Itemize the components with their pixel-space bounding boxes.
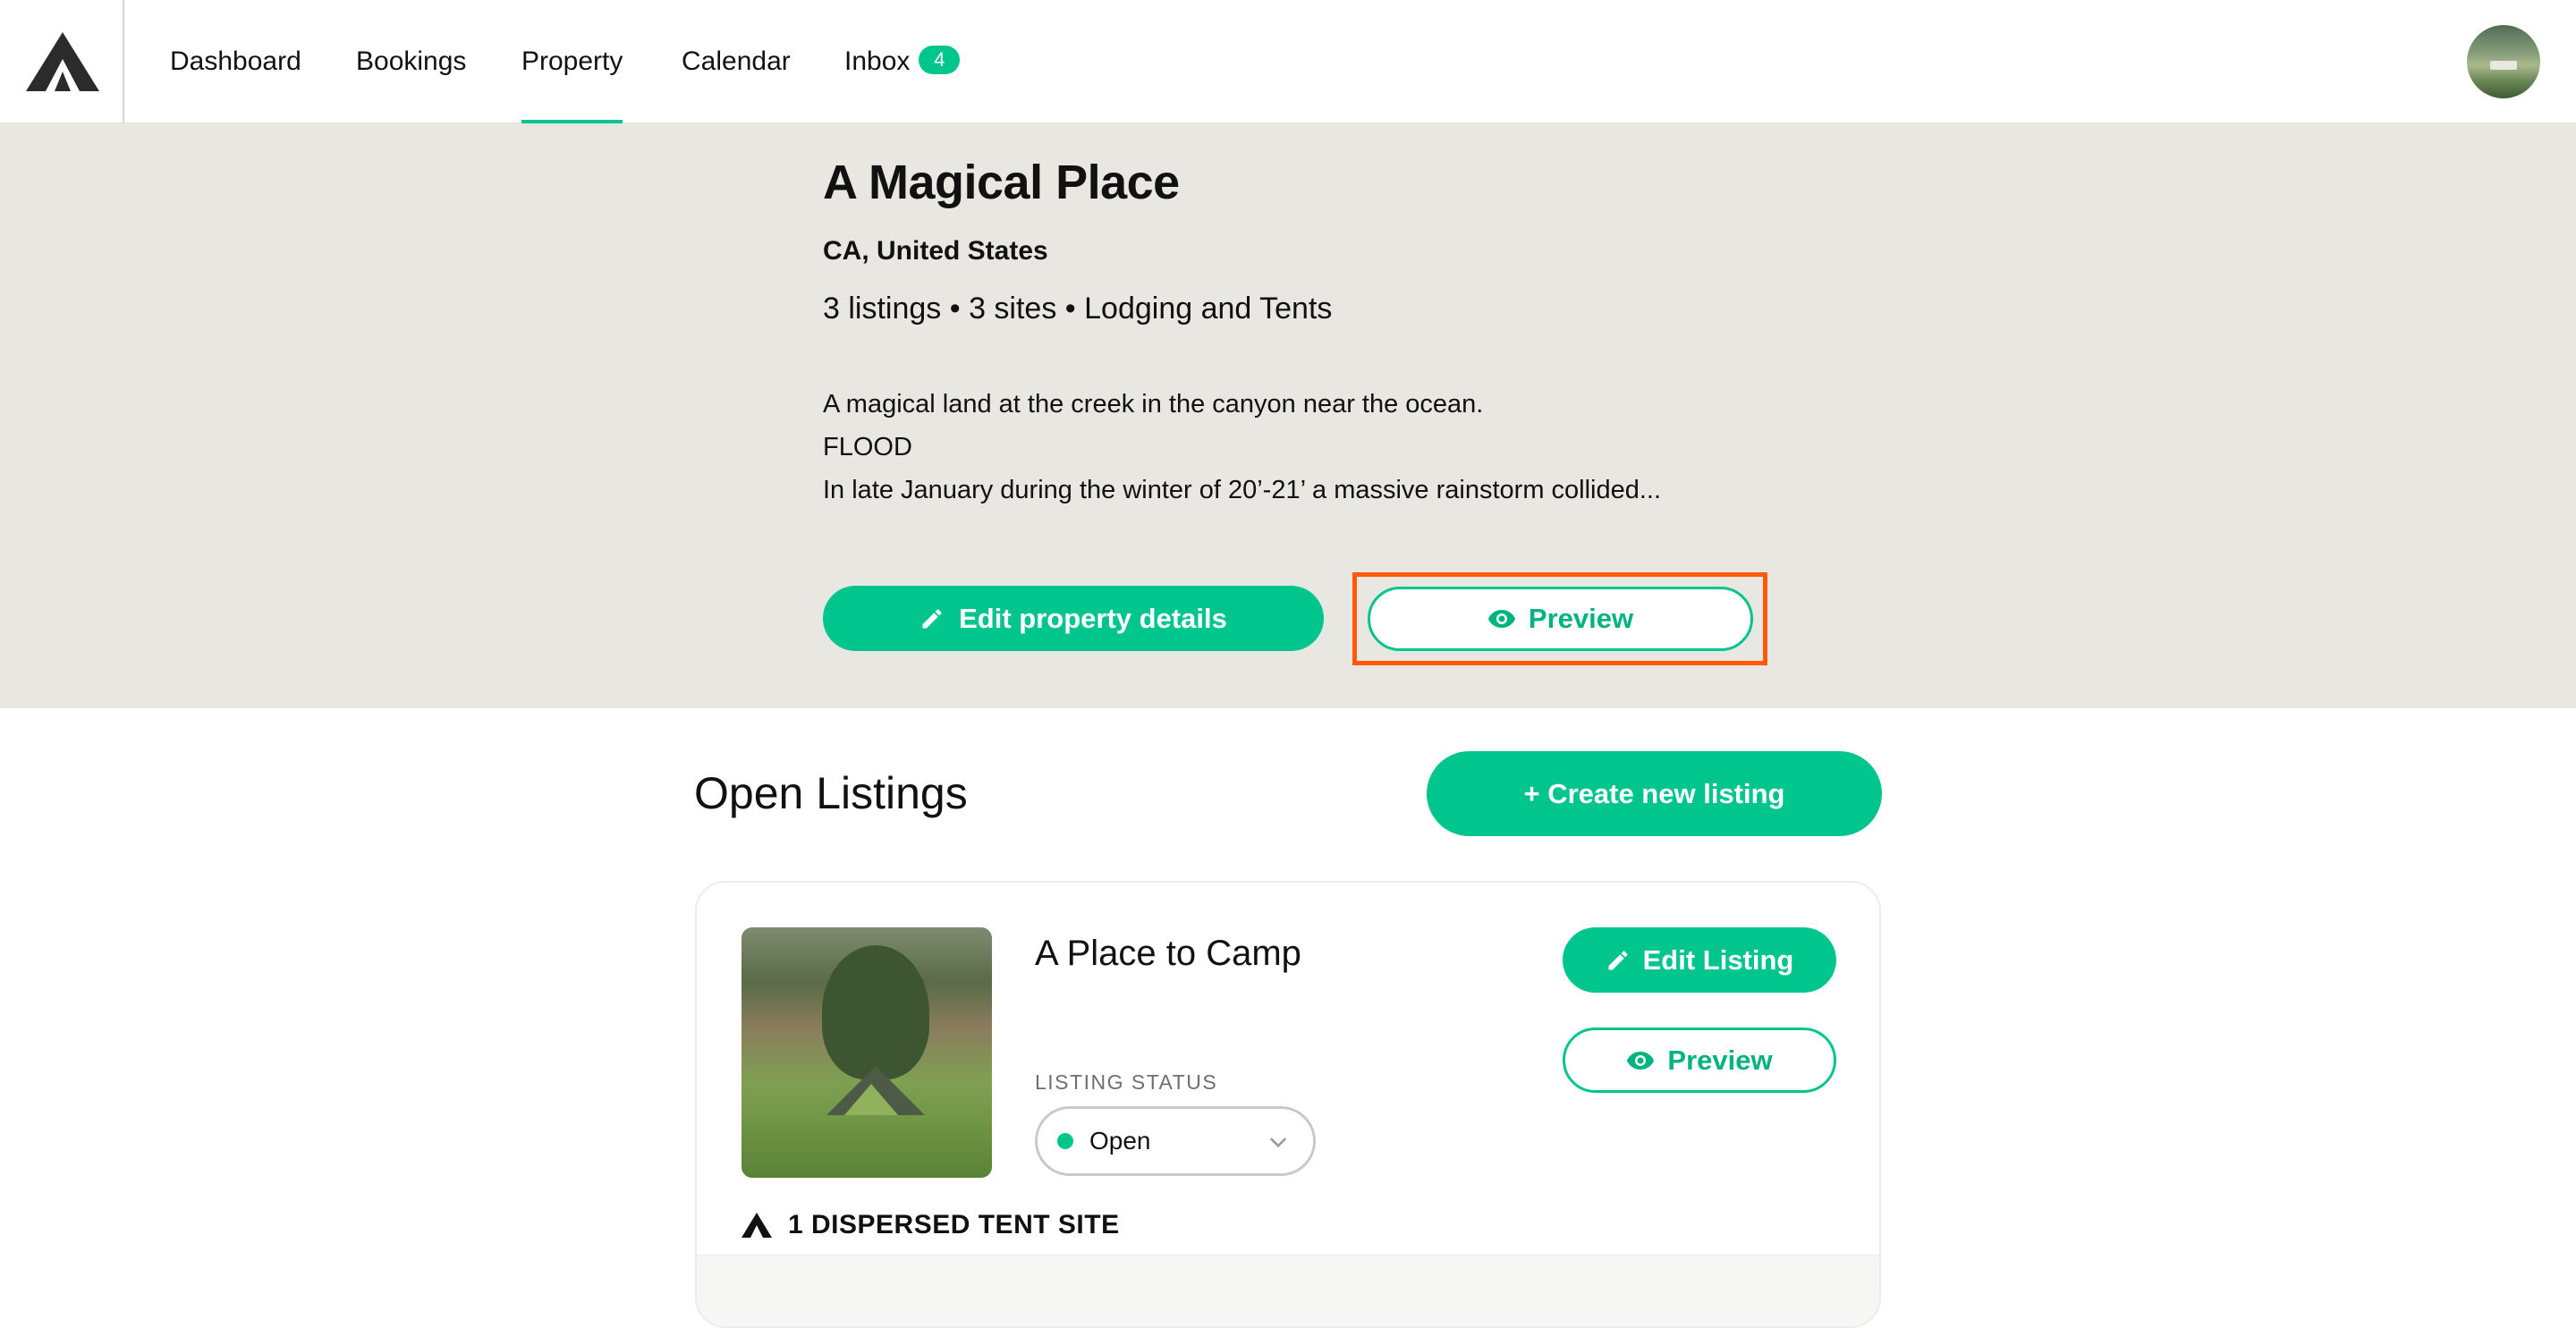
property-meta: 3 listings • 3 sites • Lodging and Tents xyxy=(823,292,1333,326)
top-nav: Dashboard Bookings Property Calendar Inb… xyxy=(0,0,2576,123)
photo-tree xyxy=(822,945,929,1079)
nav-inbox-label: Inbox xyxy=(844,47,911,76)
tent-icon xyxy=(741,1213,772,1238)
eye-icon xyxy=(1487,610,1515,628)
preview-listing-label: Preview xyxy=(1667,1044,1773,1076)
status-dot xyxy=(1057,1133,1073,1149)
property-description: A magical land at the creek in the canyo… xyxy=(823,383,1661,512)
create-listing-button[interactable]: + Create new listing xyxy=(1427,751,1882,836)
preview-listing-button[interactable]: Preview xyxy=(1563,1028,1836,1093)
eye-icon xyxy=(1627,1051,1655,1070)
site-count-label: 1 DISPERSED TENT SITE xyxy=(788,1210,1120,1239)
preview-property-button[interactable]: Preview xyxy=(1368,587,1753,651)
listing-name: A Place to Camp xyxy=(1035,934,1301,973)
chevron-down-icon xyxy=(1270,1138,1286,1148)
listing-card: A Place to Camp LISTING STATUS Open Edit… xyxy=(695,881,1881,1328)
description-line: In late January during the winter of 20’… xyxy=(823,476,1662,504)
nav-dashboard[interactable]: Dashboard xyxy=(170,0,301,123)
logo[interactable] xyxy=(0,0,124,123)
preview-property-label: Preview xyxy=(1528,603,1634,634)
pencil-icon xyxy=(922,608,942,628)
photo-tent-inner xyxy=(844,1084,898,1115)
description-line: A magical land at the creek in the canyo… xyxy=(823,390,1484,419)
edit-property-button[interactable]: Edit property details xyxy=(823,586,1324,651)
nav-calendar[interactable]: Calendar xyxy=(682,0,791,123)
edit-listing-label: Edit Listing xyxy=(1642,943,1794,976)
nav-inbox[interactable]: Inbox 4 xyxy=(844,0,961,123)
edit-listing-button[interactable]: Edit Listing xyxy=(1563,927,1836,993)
property-location: CA, United States xyxy=(823,236,1048,266)
inbox-count-badge: 4 xyxy=(919,46,961,74)
site-summary: 1 DISPERSED TENT SITE xyxy=(741,1210,1120,1240)
avatar[interactable] xyxy=(2467,25,2540,98)
pencil-icon xyxy=(1608,950,1628,969)
listing-status-label: LISTING STATUS xyxy=(1035,1070,1218,1094)
card-footer xyxy=(697,1255,1879,1326)
listing-photo[interactable] xyxy=(741,927,992,1178)
edit-property-label: Edit property details xyxy=(959,602,1227,634)
open-listings-title: Open Listings xyxy=(694,768,968,818)
listing-status-value: Open xyxy=(1089,1127,1151,1155)
nav-bookings[interactable]: Bookings xyxy=(356,0,466,123)
nav-property[interactable]: Property xyxy=(521,0,623,123)
listing-status-select[interactable]: Open xyxy=(1035,1106,1316,1176)
logo-icon xyxy=(26,32,99,91)
description-line: FLOOD xyxy=(823,433,912,461)
property-title: A Magical Place xyxy=(823,156,1180,209)
